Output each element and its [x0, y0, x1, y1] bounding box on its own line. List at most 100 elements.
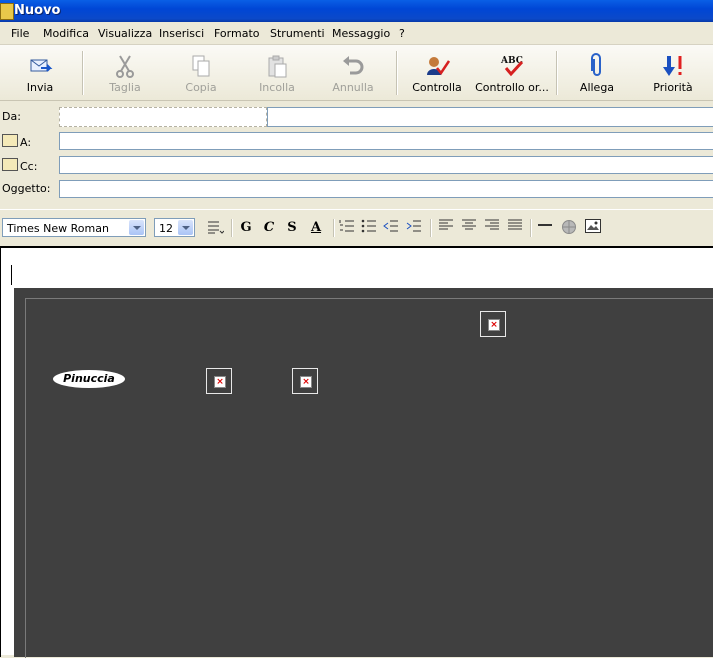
horizontal-line-icon — [538, 224, 552, 226]
logo: Pinuccia — [53, 370, 125, 388]
menu-modifica[interactable]: Modifica — [43, 27, 89, 40]
menu-help[interactable]: ? — [399, 27, 405, 40]
paste-icon — [268, 55, 287, 78]
undo-button[interactable]: Annulla — [322, 49, 384, 97]
insert-picture-button[interactable] — [583, 219, 603, 237]
window-title: Nuovo — [14, 3, 61, 18]
from-field-rest — [267, 107, 713, 127]
font-size-select[interactable]: 12 — [154, 218, 195, 237]
from-field[interactable] — [59, 107, 267, 127]
to-label-text: A: — [20, 136, 32, 149]
chevron-down-icon[interactable] — [178, 220, 193, 235]
copy-button[interactable]: Copia — [170, 49, 232, 97]
from-label: Da: — [2, 110, 21, 123]
spellcheck-icon: ABC — [500, 56, 524, 77]
text-cursor — [11, 265, 12, 285]
copy-icon — [192, 55, 210, 77]
increase-indent-button[interactable] — [405, 219, 423, 237]
menu-strumenti[interactable]: Strumenti — [270, 27, 325, 40]
app-icon — [0, 3, 14, 20]
stationery-background: Pinuccia × × × — [14, 288, 713, 658]
attach-button[interactable]: Allega — [566, 49, 628, 97]
italic-button[interactable]: C — [260, 219, 278, 237]
address-book-icon — [2, 134, 18, 147]
bold-button[interactable]: G — [237, 219, 255, 237]
broken-image-icon: × — [300, 376, 312, 388]
cut-button[interactable]: Taglia — [94, 49, 156, 97]
priority-label: Priorità — [653, 81, 693, 94]
stationery-frame: Pinuccia × × × — [25, 298, 713, 658]
align-left-button[interactable] — [437, 219, 455, 237]
font-color-button[interactable]: A — [305, 219, 327, 237]
decrease-indent-icon — [383, 220, 398, 232]
font-size-value: 12 — [159, 222, 173, 235]
align-left-icon — [439, 219, 453, 230]
paperclip-icon — [591, 53, 601, 76]
to-label[interactable]: A: — [2, 134, 31, 149]
spellcheck-button[interactable]: ABC Controllo or... — [474, 49, 550, 97]
scissors-icon — [116, 55, 134, 78]
check-names-button[interactable]: Controlla — [406, 49, 468, 97]
priority-icon — [663, 56, 682, 76]
broken-image: × — [206, 368, 232, 394]
align-right-button[interactable] — [483, 219, 501, 237]
toolbar: Invia Taglia Copia Incolla Annulla Contr… — [0, 45, 713, 101]
menu-formato[interactable]: Formato — [214, 27, 260, 40]
paste-label: Incolla — [259, 81, 295, 94]
justify-icon — [508, 219, 522, 230]
broken-image-icon: × — [488, 319, 500, 331]
message-header: Da: A: Cc: Oggetto: — [0, 101, 713, 205]
globe-link-icon — [562, 220, 576, 234]
numbered-list-icon — [339, 220, 354, 232]
menu-bar: File Modifica Visualizza Inserisci Forma… — [0, 22, 713, 45]
broken-image: × — [480, 311, 506, 337]
send-button[interactable]: Invia — [8, 49, 72, 97]
align-right-icon — [485, 219, 499, 230]
paragraph-style-icon — [208, 221, 225, 234]
menu-visualizza[interactable]: Visualizza — [98, 27, 152, 40]
cc-field[interactable] — [59, 156, 713, 174]
chevron-down-icon[interactable] — [129, 220, 144, 235]
horizontal-line-button[interactable] — [536, 219, 554, 237]
undo-icon — [343, 56, 364, 75]
paste-button[interactable]: Incolla — [246, 49, 308, 97]
editor-border — [0, 248, 1, 657]
formatting-toolbar: Times New Roman 12 G C S A — [0, 209, 713, 242]
spellcheck-label: Controllo or... — [475, 81, 549, 94]
broken-image: × — [292, 368, 318, 394]
to-field[interactable] — [59, 132, 713, 150]
subject-field[interactable] — [59, 180, 713, 198]
priority-button[interactable]: Priorità — [642, 49, 704, 97]
justify-button[interactable] — [506, 219, 524, 237]
increase-indent-icon — [406, 220, 421, 232]
underline-button[interactable]: S — [283, 219, 301, 237]
check-names-icon — [427, 57, 450, 76]
send-label: Invia — [26, 81, 54, 94]
undo-label: Annulla — [332, 81, 374, 94]
picture-icon — [585, 219, 601, 233]
numbered-list-button[interactable] — [338, 219, 356, 237]
menu-messaggio[interactable]: Messaggio — [332, 27, 390, 40]
bullet-list-icon — [361, 219, 376, 233]
copy-label: Copia — [185, 81, 217, 94]
font-value: Times New Roman — [7, 222, 109, 235]
bullet-list-button[interactable] — [360, 219, 378, 237]
message-body[interactable]: Pinuccia × × × — [0, 246, 713, 658]
cut-label: Taglia — [109, 81, 141, 94]
broken-image-icon: × — [214, 376, 226, 388]
check-names-label: Controlla — [412, 81, 462, 94]
send-icon — [30, 59, 53, 72]
attach-label: Allega — [579, 81, 615, 94]
font-select[interactable]: Times New Roman — [2, 218, 146, 237]
decrease-indent-button[interactable] — [382, 219, 400, 237]
menu-file[interactable]: File — [11, 27, 29, 40]
menu-inserisci[interactable]: Inserisci — [159, 27, 204, 40]
paragraph-style-button[interactable] — [204, 219, 226, 237]
subject-label: Oggetto: — [2, 182, 51, 195]
align-center-button[interactable] — [460, 219, 478, 237]
cc-label-text: Cc: — [20, 160, 38, 173]
hyperlink-button[interactable] — [559, 219, 579, 237]
title-bar: Nuovo — [0, 0, 713, 22]
align-center-icon — [462, 219, 476, 230]
cc-label[interactable]: Cc: — [2, 158, 37, 173]
